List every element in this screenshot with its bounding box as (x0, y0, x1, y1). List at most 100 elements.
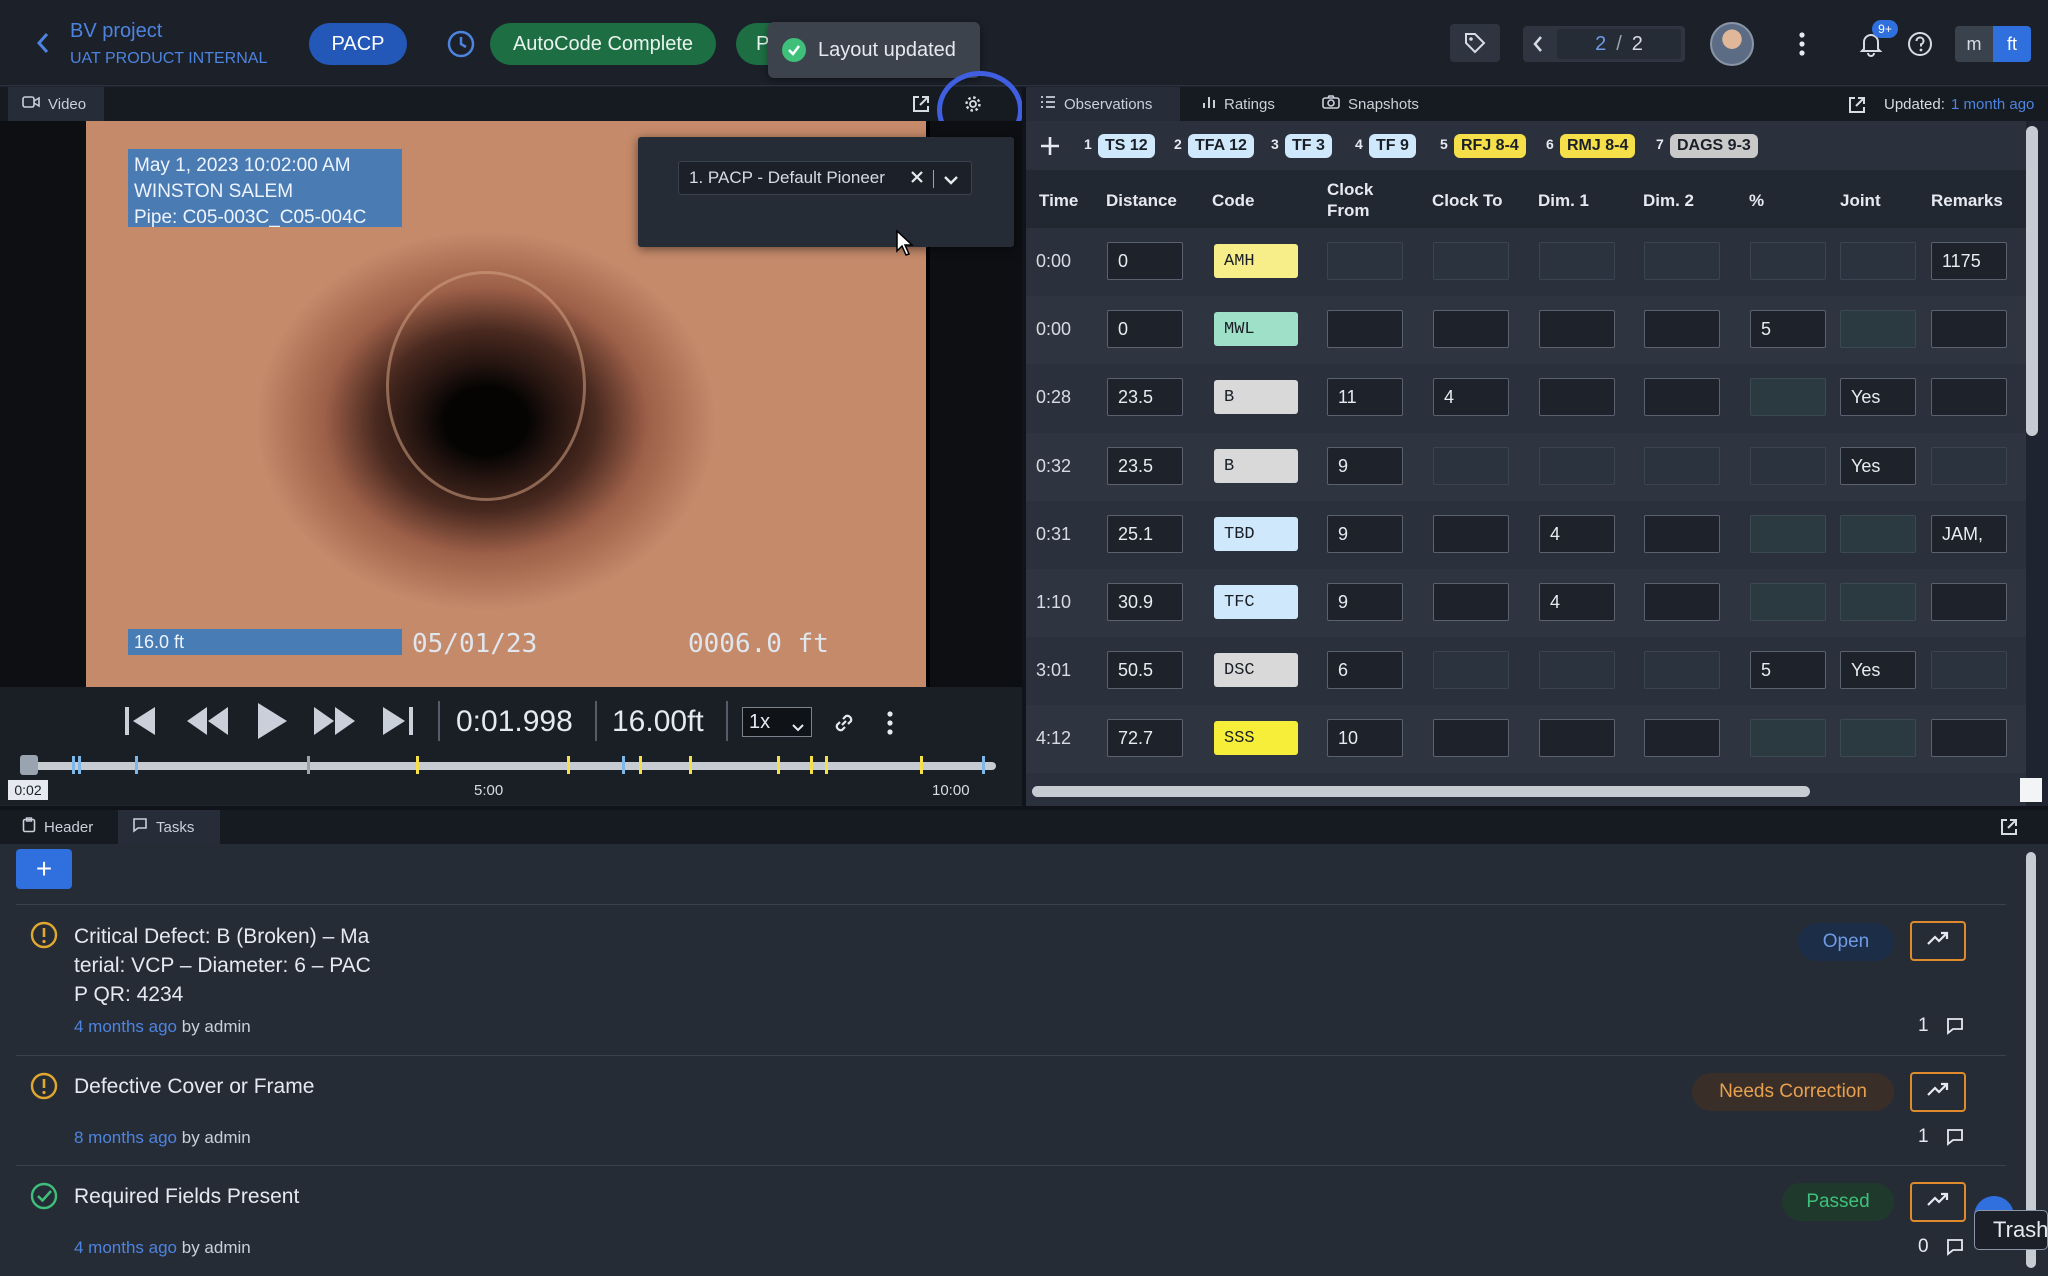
add-observation-icon[interactable] (1036, 132, 1064, 160)
timeline-handle[interactable] (20, 755, 38, 775)
timeline-marker[interactable] (567, 756, 570, 774)
add-task-button[interactable]: + (16, 849, 72, 889)
timeline-marker[interactable] (825, 756, 828, 774)
timeline-marker[interactable] (689, 756, 692, 774)
timeline-marker[interactable] (982, 756, 985, 774)
clock-to-cell[interactable] (1433, 651, 1509, 689)
joint-cell[interactable] (1840, 583, 1916, 621)
dim1-cell[interactable] (1539, 719, 1615, 757)
distance-cell[interactable]: 50.5 (1107, 651, 1183, 689)
defect-chip[interactable]: TF 3 (1285, 134, 1332, 158)
fast-forward-icon[interactable] (310, 701, 360, 741)
dim2-cell[interactable] (1644, 583, 1720, 621)
clock-from-cell[interactable]: 10 (1327, 719, 1403, 757)
time-cell[interactable]: 0:31 (1036, 524, 1071, 545)
code-cell[interactable]: TFC (1214, 585, 1298, 619)
trend-button[interactable] (1910, 1072, 1966, 1112)
remarks-cell[interactable] (1931, 719, 2007, 757)
history-icon[interactable] (445, 28, 477, 60)
defect-chip[interactable]: TF 9 (1369, 134, 1416, 158)
clock-from-cell[interactable] (1327, 310, 1403, 348)
joint-cell[interactable]: Yes (1840, 378, 1916, 416)
layout-select[interactable]: 1. PACP - Default Pioneer (678, 161, 972, 195)
percent-cell[interactable] (1750, 242, 1826, 280)
dim2-cell[interactable] (1644, 242, 1720, 280)
remarks-cell[interactable]: 1175 (1931, 242, 2007, 280)
clock-to-cell[interactable] (1433, 719, 1509, 757)
pager-prev-icon[interactable] (1523, 26, 1553, 62)
link-icon[interactable] (828, 707, 860, 739)
clock-from-cell[interactable]: 6 (1327, 651, 1403, 689)
dim2-cell[interactable] (1644, 719, 1720, 757)
user-avatar[interactable] (1710, 22, 1754, 66)
status-badge[interactable]: Passed (1782, 1183, 1894, 1221)
defect-chip[interactable]: TFA 12 (1188, 134, 1254, 158)
dim1-cell[interactable] (1539, 310, 1615, 348)
tab-observations[interactable]: Observations (1026, 87, 1180, 121)
task-time-link[interactable]: 4 months ago (74, 1017, 177, 1036)
comment-icon[interactable] (1946, 1128, 1964, 1151)
distance-cell[interactable]: 0 (1107, 310, 1183, 348)
back-icon[interactable] (30, 30, 56, 56)
percent-cell[interactable] (1750, 378, 1826, 416)
tab-snapshots[interactable]: Snapshots (1308, 87, 1438, 121)
status-badge[interactable]: Needs Correction (1692, 1073, 1894, 1111)
timeline-marker[interactable] (920, 756, 923, 774)
percent-cell[interactable] (1750, 515, 1826, 553)
status-badge[interactable]: Open (1798, 923, 1894, 961)
tab-ratings[interactable]: Ratings (1188, 87, 1298, 121)
dim2-cell[interactable] (1644, 515, 1720, 553)
dim1-cell[interactable]: 4 (1539, 583, 1615, 621)
remarks-cell[interactable] (1931, 378, 2007, 416)
dim1-cell[interactable] (1539, 447, 1615, 485)
horizontal-scrollbar[interactable] (1032, 786, 1810, 797)
dim1-cell[interactable]: 4 (1539, 515, 1615, 553)
defect-chip[interactable]: DAGS 9-3 (1670, 134, 1758, 158)
clock-to-cell[interactable] (1433, 583, 1509, 621)
clock-from-cell[interactable]: 9 (1327, 447, 1403, 485)
updated-value[interactable]: 1 month ago (1951, 96, 2034, 113)
remarks-cell[interactable] (1931, 651, 2007, 689)
project-title[interactable]: BV project (70, 20, 162, 43)
dim1-cell[interactable] (1539, 378, 1615, 416)
joint-cell[interactable]: Yes (1840, 447, 1916, 485)
percent-cell[interactable] (1750, 583, 1826, 621)
clock-to-cell[interactable] (1433, 515, 1509, 553)
time-cell[interactable]: 0:32 (1036, 456, 1071, 477)
distance-cell[interactable]: 25.1 (1107, 515, 1183, 553)
timeline-marker[interactable] (78, 756, 81, 774)
popout-icon[interactable] (908, 91, 934, 117)
distance-cell[interactable]: 23.5 (1107, 447, 1183, 485)
timeline-marker[interactable] (307, 756, 310, 774)
joint-cell[interactable] (1840, 719, 1916, 757)
time-cell[interactable]: 0:28 (1036, 387, 1071, 408)
time-cell[interactable]: 1:10 (1036, 592, 1071, 613)
distance-cell[interactable]: 23.5 (1107, 378, 1183, 416)
comment-icon[interactable] (1946, 1017, 1964, 1040)
trend-button[interactable] (1910, 921, 1966, 961)
joint-cell[interactable]: Yes (1840, 651, 1916, 689)
tab-video[interactable]: Video (8, 87, 104, 121)
clock-from-cell[interactable]: 9 (1327, 583, 1403, 621)
rewind-icon[interactable] (182, 701, 232, 741)
code-cell[interactable]: B (1214, 449, 1298, 483)
chevron-down-icon[interactable] (943, 171, 959, 191)
remarks-cell[interactable] (1931, 447, 2007, 485)
timeline-marker[interactable] (622, 756, 625, 774)
clock-to-cell[interactable]: 4 (1433, 378, 1509, 416)
defect-chip[interactable]: TS 12 (1098, 134, 1155, 158)
time-cell[interactable]: 0:00 (1036, 251, 1071, 272)
time-cell[interactable]: 3:01 (1036, 660, 1071, 681)
percent-cell[interactable]: 5 (1750, 310, 1826, 348)
skip-end-icon[interactable] (378, 701, 418, 741)
code-cell[interactable]: AMH (1214, 244, 1298, 278)
trend-button[interactable] (1910, 1182, 1966, 1222)
remarks-cell[interactable] (1931, 583, 2007, 621)
distance-cell[interactable]: 72.7 (1107, 719, 1183, 757)
clock-to-cell[interactable] (1433, 447, 1509, 485)
time-cell[interactable]: 4:12 (1036, 728, 1071, 749)
task-item[interactable]: Required Fields Present 4 months ago by … (16, 1166, 2006, 1276)
code-cell[interactable]: TBD (1214, 517, 1298, 551)
speed-select[interactable]: 1x (742, 707, 812, 737)
task-time-link[interactable]: 4 months ago (74, 1238, 177, 1257)
